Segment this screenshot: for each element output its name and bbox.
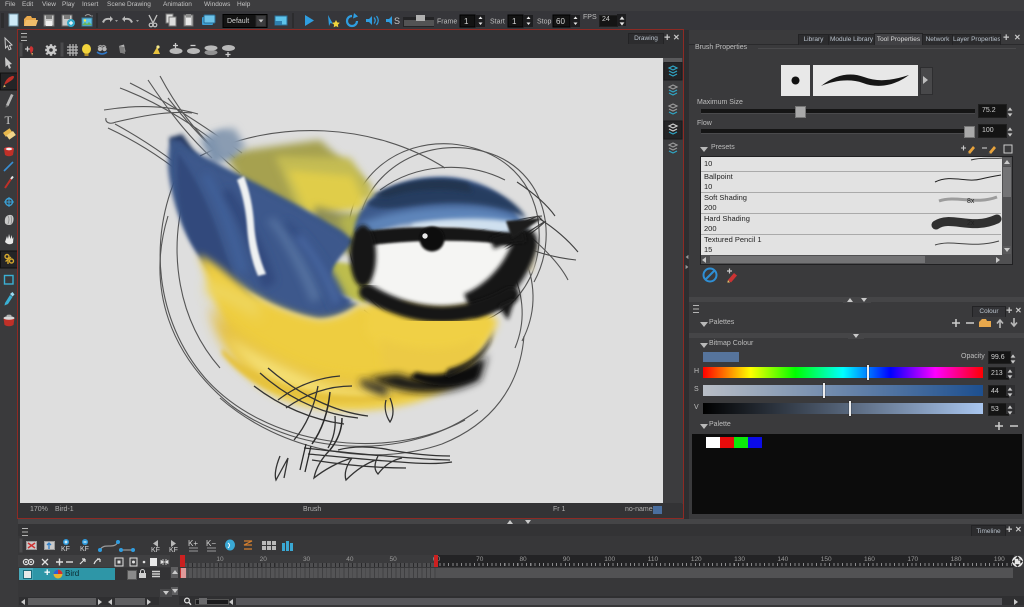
svg-text:Default: Default	[227, 18, 249, 25]
svg-text:60: 60	[556, 17, 565, 26]
svg-text:KF: KF	[61, 546, 70, 553]
svg-text:1: 1	[512, 17, 517, 26]
svg-text:Start: Start	[490, 19, 505, 26]
svg-text:KF: KF	[80, 546, 89, 553]
svg-text:KF: KF	[151, 547, 160, 553]
svg-text:K+: K+	[188, 539, 198, 548]
svg-text:8x: 8x	[967, 198, 975, 205]
svg-text:Stop: Stop	[537, 19, 552, 26]
svg-text:1: 1	[464, 17, 469, 26]
svg-text:T: T	[5, 113, 13, 127]
svg-text:2x: 2x	[967, 220, 975, 227]
svg-text:KF: KF	[169, 547, 178, 553]
svg-text:Frame: Frame	[437, 19, 457, 26]
svg-text:K−: K−	[206, 539, 216, 548]
svg-text:S: S	[394, 16, 400, 26]
